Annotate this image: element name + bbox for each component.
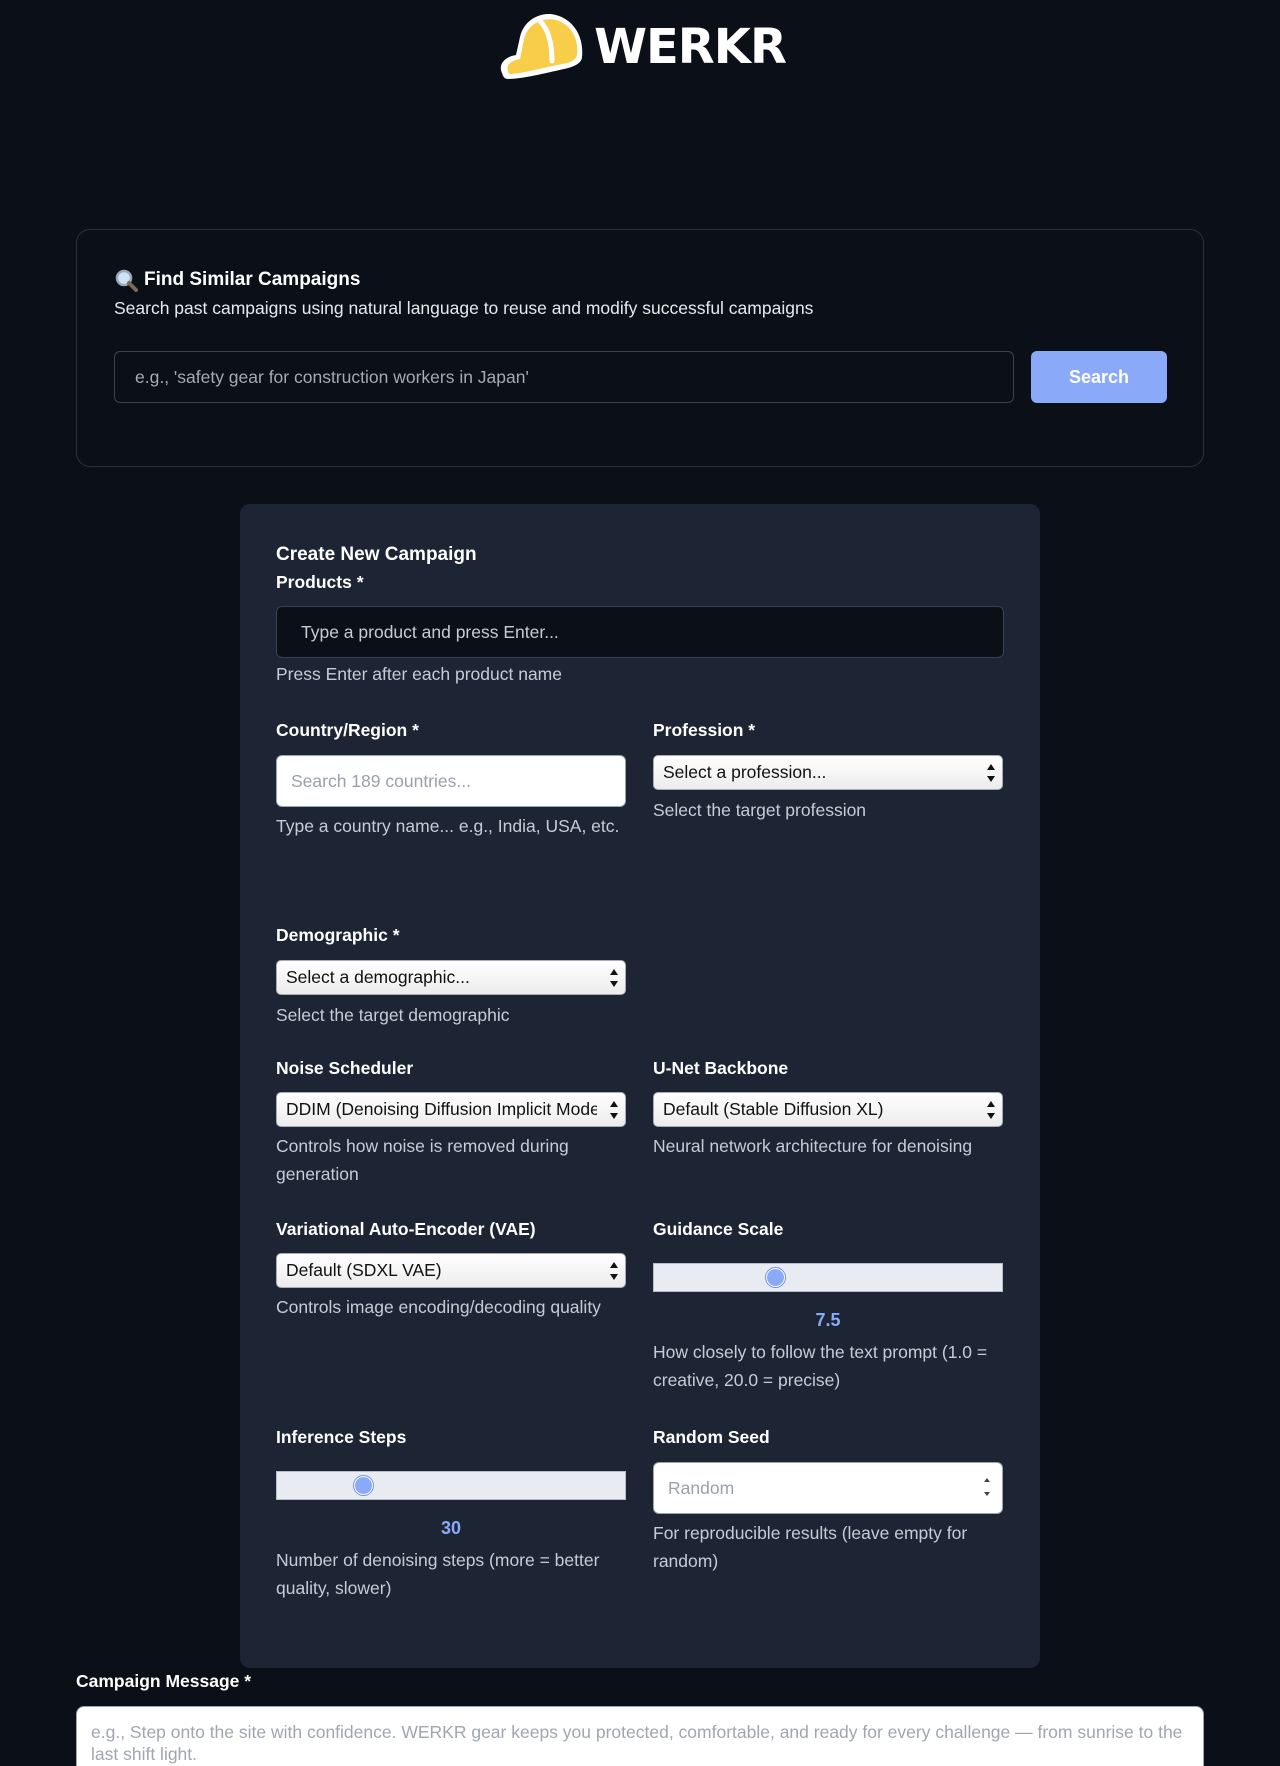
- form-title: Create New Campaign: [276, 544, 477, 565]
- select-arrows-icon: [609, 969, 619, 987]
- inference-steps-slider[interactable]: [276, 1471, 626, 1500]
- campaign-search-input[interactable]: [114, 351, 1014, 403]
- country-help: Type a country name... e.g., India, USA,…: [276, 816, 620, 836]
- guidance-scale-slider[interactable]: [653, 1263, 1003, 1292]
- random-seed-field: [653, 1462, 1003, 1514]
- guidance-scale-value: 7.5: [815, 1310, 841, 1330]
- profession-select[interactable]: Select a profession...: [653, 755, 1003, 790]
- profession-label: Profession *: [653, 720, 756, 740]
- profession-selected: Select a profession...: [663, 762, 827, 782]
- search-button[interactable]: Search: [1031, 351, 1167, 403]
- campaign-message-input[interactable]: [76, 1706, 1204, 1766]
- select-arrows-icon: [609, 1101, 619, 1119]
- select-arrows-icon: [986, 1101, 996, 1119]
- noise-scheduler-label: Noise Scheduler: [276, 1058, 414, 1078]
- similar-campaigns-card: Find Similar Campaigns Search past campa…: [76, 229, 1204, 467]
- guidance-scale-thumb[interactable]: [765, 1268, 785, 1287]
- vae-help: Controls image encoding/decoding quality: [276, 1297, 601, 1317]
- inference-steps-value: 30: [440, 1518, 462, 1538]
- select-arrows-icon: [986, 764, 996, 782]
- demographic-select[interactable]: Select a demographic...: [276, 960, 626, 995]
- magnifying-glass-icon: [115, 269, 138, 292]
- vae-select[interactable]: Default (SDXL VAE): [276, 1253, 626, 1288]
- unet-label: U-Net Backbone: [653, 1058, 789, 1078]
- random-seed-label: Random Seed: [653, 1427, 770, 1447]
- unet-selected: Default (Stable Diffusion XL): [663, 1099, 884, 1119]
- demographic-label: Demographic *: [276, 925, 400, 945]
- logo[interactable]: WERKR: [494, 7, 787, 87]
- products-help: Press Enter after each product name: [276, 664, 562, 684]
- profession-help: Select the target profession: [653, 800, 867, 820]
- brand-name: WERKR: [594, 19, 787, 75]
- inference-steps-label: Inference Steps: [276, 1427, 407, 1447]
- demographic-selected: Select a demographic...: [286, 967, 470, 987]
- header: WERKR: [0, 0, 1280, 100]
- stepper-arrows-icon[interactable]: [983, 1478, 991, 1496]
- search-card-title: Find Similar Campaigns: [114, 268, 360, 292]
- campaign-message-label: Campaign Message *: [76, 1671, 252, 1691]
- country-search-input[interactable]: [276, 755, 626, 807]
- guidance-scale-label: Guidance Scale: [653, 1219, 784, 1239]
- products-label: Products *: [276, 572, 364, 592]
- noise-scheduler-selected: DDIM (Denoising Diffusion Implicit Model…: [286, 1099, 597, 1119]
- noise-scheduler-help: Controls how noise is removed during gen…: [276, 1136, 569, 1184]
- vae-label: Variational Auto-Encoder (VAE): [276, 1219, 536, 1239]
- hard-hat-icon: [500, 13, 583, 80]
- search-card-title-text: Find Similar Campaigns: [144, 269, 361, 290]
- inference-steps-help: Number of denoising steps (more = better…: [276, 1550, 600, 1598]
- country-label: Country/Region *: [276, 720, 419, 740]
- random-seed-help: For reproducible results (leave empty fo…: [653, 1523, 968, 1571]
- unet-help: Neural network architecture for denoisin…: [653, 1136, 973, 1156]
- demographic-help: Select the target demographic: [276, 1005, 510, 1025]
- products-input[interactable]: [276, 606, 1004, 658]
- inference-steps-thumb[interactable]: [354, 1476, 373, 1495]
- select-arrows-icon: [609, 1262, 619, 1280]
- search-card-description: Search past campaigns using natural lang…: [114, 298, 814, 318]
- create-campaign-form: Create New Campaign Products * Press Ent…: [240, 504, 1040, 1668]
- guidance-scale-help: How closely to follow the text prompt (1…: [653, 1342, 988, 1390]
- noise-scheduler-select[interactable]: DDIM (Denoising Diffusion Implicit Model…: [276, 1092, 626, 1127]
- unet-select[interactable]: Default (Stable Diffusion XL): [653, 1092, 1003, 1127]
- vae-selected: Default (SDXL VAE): [286, 1260, 442, 1280]
- random-seed-input[interactable]: [653, 1462, 1003, 1514]
